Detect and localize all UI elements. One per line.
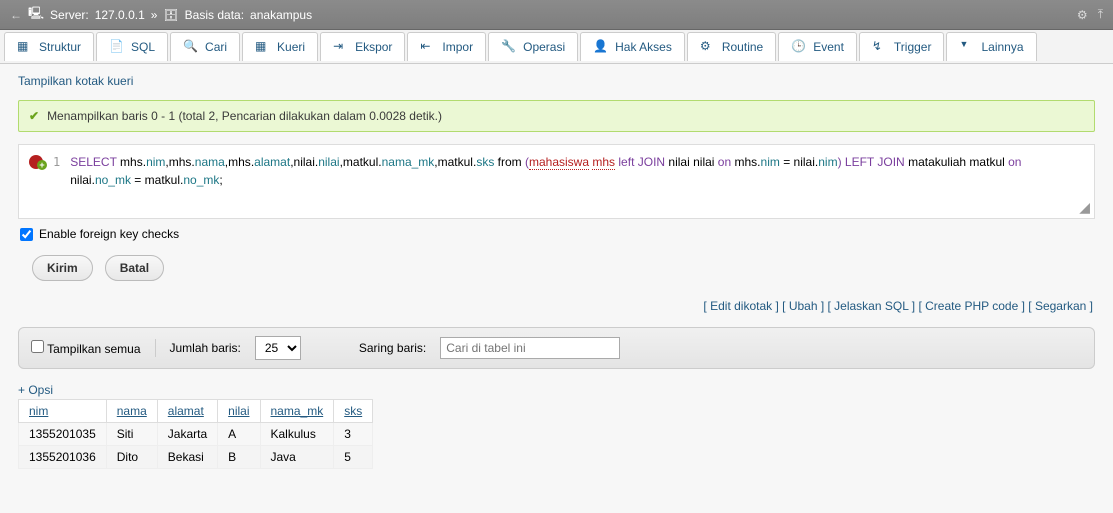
database-icon: 🗄: [163, 8, 178, 22]
refresh-link[interactable]: Segarkan: [1035, 299, 1086, 313]
show-all[interactable]: Tampilkan semua: [31, 340, 141, 356]
trigger-icon: ↯: [872, 39, 888, 55]
error-marker-icon[interactable]: [29, 155, 43, 169]
rows-select[interactable]: 25: [255, 336, 301, 360]
chevron-down-icon: ▼: [959, 39, 975, 55]
success-message: ✔ Menampilkan baris 0 - 1 (total 2, Penc…: [18, 100, 1095, 132]
search-input[interactable]: [440, 337, 620, 359]
export-icon: ⇥: [333, 39, 349, 55]
clock-icon: 🕒: [791, 39, 807, 55]
tab-trigger[interactable]: ↯Trigger: [859, 32, 945, 61]
success-text: Menampilkan baris 0 - 1 (total 2, Pencar…: [47, 109, 442, 123]
results-table: nim nama alamat nilai nama_mk sks 135520…: [18, 399, 373, 469]
tab-routine[interactable]: ⚙Routine: [687, 32, 776, 61]
routine-icon: ⚙: [700, 39, 716, 55]
edit-link[interactable]: Ubah: [789, 299, 818, 313]
tab-ekspor[interactable]: ⇥Ekspor: [320, 32, 405, 61]
cancel-button[interactable]: Batal: [105, 255, 164, 281]
sql-code[interactable]: SELECT mhs.nim,mhs.nama,mhs.alamat,nilai…: [70, 153, 1084, 189]
db-link[interactable]: anakampus: [250, 8, 312, 22]
tab-hak-akses[interactable]: 👤Hak Akses: [580, 32, 685, 61]
col-nama[interactable]: nama: [106, 400, 157, 423]
server-link[interactable]: 127.0.0.1: [95, 8, 145, 22]
explain-sql-link[interactable]: Jelaskan SQL: [834, 299, 908, 313]
fk-checkbox[interactable]: [20, 228, 33, 241]
submit-button[interactable]: Kirim: [32, 255, 93, 281]
show-all-checkbox[interactable]: [31, 340, 44, 353]
breadcrumb: ← 🖳 Server: 127.0.0.1 » 🗄 Basis data: an…: [0, 0, 1113, 30]
rows-label: Jumlah baris:: [170, 341, 241, 355]
check-icon: ✔: [29, 109, 39, 123]
table-icon: ▦: [17, 39, 33, 55]
tab-operasi[interactable]: 🔧Operasi: [488, 32, 578, 61]
tab-lainnya[interactable]: ▼Lainnya: [946, 32, 1036, 61]
nav-left-icon[interactable]: ←: [10, 8, 22, 22]
filter-bar: Tampilkan semua Jumlah baris: 25 Saring …: [18, 327, 1095, 369]
tab-cari[interactable]: 🔍Cari: [170, 32, 240, 61]
col-nim[interactable]: nim: [19, 400, 107, 423]
gear-icon[interactable]: ⚙: [1077, 8, 1088, 22]
col-alamat[interactable]: alamat: [157, 400, 217, 423]
server-label: Server:: [50, 8, 89, 22]
tab-struktur[interactable]: ▦Struktur: [4, 32, 94, 61]
edit-inline-link[interactable]: Edit dikotak: [710, 299, 772, 313]
query-icon: ▦: [255, 39, 271, 55]
col-sks[interactable]: sks: [334, 400, 373, 423]
search-label: Saring baris:: [359, 341, 426, 355]
options-toggle[interactable]: + Opsi: [18, 383, 1095, 397]
line-number: 1: [53, 153, 60, 169]
db-label: Basis data:: [185, 8, 244, 22]
tab-impor[interactable]: ⇤Impor: [407, 32, 486, 61]
table-row[interactable]: 1355201036 Dito Bekasi B Java 5: [19, 446, 373, 469]
server-icon: 🖳: [28, 4, 44, 25]
wrench-icon: 🔧: [501, 39, 517, 55]
action-links: [ Edit dikotak ] [ Ubah ] [ Jelaskan SQL…: [18, 293, 1095, 319]
tab-sql[interactable]: 📄SQL: [96, 32, 168, 61]
table-row[interactable]: 1355201035 Siti Jakarta A Kalkulus 3: [19, 423, 373, 446]
create-php-link[interactable]: Create PHP code: [925, 299, 1018, 313]
tab-bar: ▦Struktur 📄SQL 🔍Cari ▦Kueri ⇥Ekspor ⇤Imp…: [0, 30, 1113, 64]
sql-editor: 1 SELECT mhs.nim,mhs.nama,mhs.alamat,nil…: [18, 144, 1095, 219]
tab-event[interactable]: 🕒Event: [778, 32, 857, 61]
show-query-box-link[interactable]: Tampilkan kotak kueri: [18, 74, 133, 88]
fk-label: Enable foreign key checks: [39, 227, 179, 241]
resize-handle[interactable]: ◢: [19, 197, 1094, 218]
import-icon: ⇤: [420, 39, 436, 55]
col-nama-mk[interactable]: nama_mk: [260, 400, 334, 423]
collapse-icon[interactable]: ⤒: [1098, 7, 1103, 22]
search-icon: 🔍: [183, 39, 199, 55]
sql-icon: 📄: [109, 39, 125, 55]
col-nilai[interactable]: nilai: [218, 400, 260, 423]
tab-kueri[interactable]: ▦Kueri: [242, 32, 318, 61]
user-icon: 👤: [593, 39, 609, 55]
